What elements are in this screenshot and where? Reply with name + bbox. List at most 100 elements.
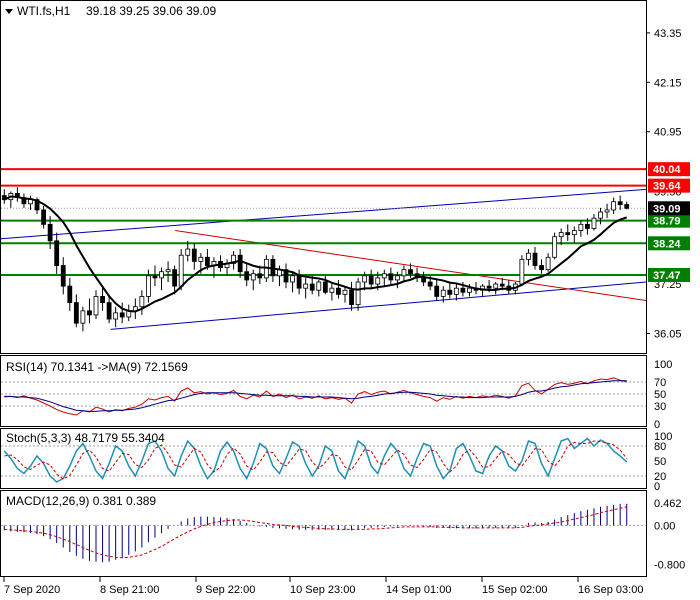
candle-body	[146, 275, 151, 297]
candle-body	[204, 256, 210, 266]
candle-body	[309, 283, 315, 291]
candle-body	[250, 273, 256, 281]
candle-body	[604, 209, 610, 213]
rsi-tick-label: 0	[654, 419, 660, 431]
candle-body	[237, 254, 243, 273]
candle-body	[336, 287, 341, 295]
x-tick-label: 8 Sep 21:00	[100, 584, 159, 596]
candle-body	[519, 258, 525, 285]
macd-panel: 0.462 0.00 -0.800	[1, 498, 685, 572]
candle-body	[427, 281, 433, 287]
candle-body	[526, 252, 531, 260]
candle-body	[421, 277, 427, 283]
candle-body	[296, 275, 302, 289]
candle-body	[113, 312, 119, 320]
candle-body	[532, 252, 538, 266]
candle-body	[585, 223, 590, 229]
candle-body	[106, 302, 112, 320]
candle-body	[355, 281, 361, 306]
x-tick-label: 9 Sep 22:00	[196, 584, 255, 596]
candle-body	[87, 310, 92, 316]
candle-body	[198, 256, 204, 262]
candle-body	[401, 269, 407, 277]
x-tick-label: 14 Sep 01:00	[386, 584, 451, 596]
candle-body	[47, 223, 53, 242]
trendline-0	[0, 188, 647, 240]
candle-body	[565, 232, 571, 236]
candle-body	[165, 269, 171, 273]
candle-body	[539, 265, 544, 271]
rsi-ma-line	[4, 380, 627, 412]
macd-tick-label: 0.462	[654, 498, 682, 510]
rsi-tick-label: 30	[654, 401, 666, 413]
candle-body	[172, 269, 178, 287]
rsi-tick-label: 70	[654, 377, 666, 389]
candle-body	[185, 248, 191, 256]
candle-body	[152, 275, 158, 279]
price-level-tag-label: 37.47	[653, 270, 681, 282]
candle-body	[434, 285, 440, 297]
price-level-tag-label: 39.64	[653, 181, 681, 193]
x-tick-label: 10 Sep 23:00	[290, 584, 355, 596]
rsi-line	[4, 377, 627, 416]
candle-body	[578, 223, 584, 231]
stoch-tick-label: 80	[654, 441, 666, 453]
candle-body	[545, 256, 551, 271]
candle-body	[447, 289, 453, 295]
candle-body	[322, 281, 328, 293]
stoch-header: Stoch(5,3,3) 48.7179 55.3404	[6, 431, 165, 445]
candle-body	[624, 204, 630, 209]
candle-body	[178, 254, 184, 287]
candle-body	[290, 275, 295, 283]
candle-body	[73, 302, 79, 324]
candle-body	[460, 287, 466, 293]
candle-body	[408, 269, 413, 275]
stoch-tick-label: 50	[654, 456, 666, 468]
ohlc-header: 39.18 39.25 39.06 39.09	[86, 4, 216, 18]
candle-body	[558, 232, 564, 238]
candle-body	[41, 209, 46, 225]
candle-body	[381, 273, 387, 279]
candle-body	[191, 248, 197, 262]
symbol-header: WTI.fs,H1	[17, 4, 71, 18]
macd-tick-label: -0.800	[654, 560, 685, 572]
candle-body	[598, 211, 603, 219]
rsi-tick-label: 50	[654, 389, 666, 401]
candle-body	[388, 273, 394, 281]
candle-body	[591, 217, 597, 229]
candle-body	[303, 283, 309, 289]
candle-body	[493, 283, 499, 289]
candle-body	[368, 275, 374, 285]
candle-body	[617, 201, 623, 205]
candle-body	[257, 273, 263, 279]
current-price-tag-label: 39.09	[653, 203, 681, 215]
candle-body	[329, 287, 335, 293]
candle-body	[552, 236, 558, 258]
y-tick-label: 36.05	[654, 328, 682, 340]
candle-body	[342, 289, 348, 295]
stoch-tick-label: 0	[654, 481, 660, 493]
y-tick-label: 42.15	[654, 77, 682, 89]
macd-signal-line	[4, 506, 627, 559]
candle-body	[244, 271, 250, 281]
candle-body	[139, 296, 145, 308]
macd-tick-label: 0.00	[654, 520, 675, 532]
x-tick-label: 15 Sep 02:00	[482, 584, 547, 596]
candle-body	[28, 199, 33, 205]
candle-body	[362, 275, 368, 283]
candle-body	[100, 296, 105, 303]
candle-body	[93, 296, 99, 316]
candle-body	[349, 289, 354, 306]
rsi-header: RSI(14) 70.1341 ->MA(9) 72.1569	[6, 360, 188, 374]
candle-body	[159, 271, 164, 279]
price-panel	[0, 168, 647, 332]
x-tick-label: 16 Sep 03:00	[578, 584, 643, 596]
symbol-dropdown-icon[interactable]	[5, 9, 13, 14]
candle-body	[440, 289, 446, 297]
price-level-tag-label: 38.79	[653, 216, 681, 228]
macd-header: MACD(12,26,9) 0.381 0.389	[6, 494, 156, 508]
trendline-1	[110, 281, 647, 330]
y-tick-label: 40.95	[654, 127, 682, 139]
candle-body	[467, 287, 472, 293]
candle-body	[54, 240, 60, 266]
